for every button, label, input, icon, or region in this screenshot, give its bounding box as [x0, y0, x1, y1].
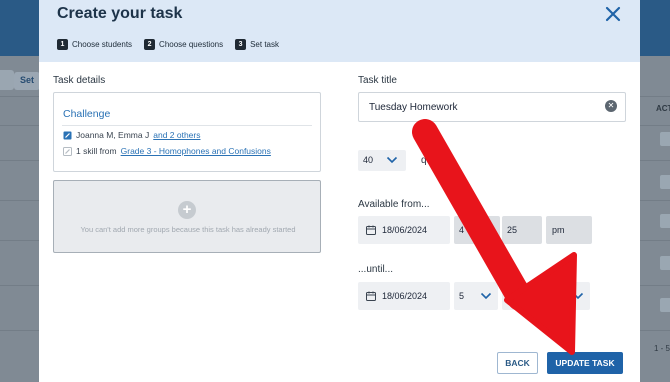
bg-tab[interactable]	[0, 70, 14, 90]
clear-input-icon[interactable]: ✕	[605, 100, 617, 112]
from-minute-select[interactable]: 25	[502, 216, 542, 244]
add-group-box: + You can't add more groups because this…	[53, 180, 321, 253]
from-hour-select[interactable]: 4	[454, 216, 500, 244]
questions-suffix: quest	[421, 155, 446, 166]
bg-pagination: 1 - 5	[654, 344, 670, 353]
close-icon[interactable]	[602, 3, 624, 25]
until-date-value: 18/06/2024	[382, 291, 428, 301]
bg-chart-icon[interactable]	[660, 214, 670, 228]
until-label: ...until...	[358, 264, 394, 275]
add-group-message: You can't add more groups because this t…	[80, 225, 296, 234]
create-task-modal: Create your task 1 Choose students 2 Cho…	[39, 0, 640, 382]
stepper: 1 Choose students 2 Choose questions 3 S…	[57, 39, 279, 50]
students-text: Joanna M, Emma J	[76, 130, 150, 140]
until-minute-select[interactable]: 25	[502, 282, 590, 310]
until-hour-select[interactable]: 5	[454, 282, 498, 310]
from-hour-value: 4	[459, 225, 465, 235]
until-minute-value: 25	[507, 291, 518, 301]
calendar-icon	[366, 225, 376, 235]
step-choose-students[interactable]: 1 Choose students	[57, 39, 132, 50]
modal-title: Create your task	[57, 5, 183, 22]
card-divider	[62, 125, 312, 126]
edit-icon[interactable]	[63, 131, 72, 140]
edit-icon-disabled	[63, 146, 72, 156]
bg-chart-icon[interactable]	[660, 175, 670, 189]
from-minute-value: 25	[507, 225, 518, 235]
bg-chart-icon[interactable]	[660, 298, 670, 312]
from-ampm-select[interactable]: pm	[546, 216, 592, 244]
step-set-task[interactable]: 3 Set task	[235, 39, 279, 50]
bg-set-button[interactable]: Set	[14, 72, 40, 90]
from-ampm-value: pm	[552, 225, 565, 235]
step-number: 2	[144, 39, 156, 50]
chevron-down-icon	[480, 292, 492, 300]
step-label: Set task	[250, 40, 279, 49]
modal-header: Create your task 1 Choose students 2 Cho…	[39, 0, 640, 62]
chevron-down-icon	[572, 292, 584, 300]
step-label: Choose questions	[159, 40, 224, 49]
more-students-link[interactable]: and 2 others	[153, 130, 200, 140]
update-task-button[interactable]: UPDATE TASK	[547, 352, 623, 374]
task-title-label: Task title	[358, 75, 397, 86]
skills-row: 1 skill from Grade 3 - Homophones and Co…	[63, 146, 271, 156]
step-choose-questions[interactable]: 2 Choose questions	[144, 39, 223, 50]
skill-prefix: 1 skill from	[76, 146, 117, 156]
step-number: 1	[57, 39, 68, 50]
question-count-select[interactable]: 40	[358, 150, 406, 171]
students-row: Joanna M, Emma J and 2 others	[63, 130, 201, 140]
help-icon[interactable]: ?	[470, 200, 478, 208]
calendar-icon	[366, 291, 376, 301]
from-date-value: 18/06/2024	[382, 225, 428, 235]
step-label: Choose students	[72, 40, 133, 49]
group-name-link[interactable]: Challenge	[63, 108, 110, 120]
bg-chart-icon[interactable]	[660, 132, 670, 146]
bg-actions-header: ACT	[656, 104, 670, 113]
bg-chart-icon[interactable]	[660, 256, 670, 270]
available-from-label: Available from...	[358, 199, 430, 210]
skill-link[interactable]: Grade 3 - Homophones and Confusions	[121, 146, 271, 156]
until-hour-value: 5	[459, 291, 465, 301]
chevron-down-icon	[386, 156, 398, 164]
question-count-value: 40	[363, 155, 374, 165]
from-date-picker[interactable]: 18/06/2024	[358, 216, 450, 244]
group-card: Challenge Joanna M, Emma J and 2 others …	[53, 92, 321, 172]
until-date-picker[interactable]: 18/06/2024	[358, 282, 450, 310]
task-title-input[interactable]: Tuesday Homework	[358, 92, 626, 122]
back-button[interactable]: BACK	[497, 352, 538, 374]
plus-icon: +	[178, 201, 196, 219]
step-number: 3	[235, 39, 247, 50]
task-details-label: Task details	[53, 75, 106, 86]
